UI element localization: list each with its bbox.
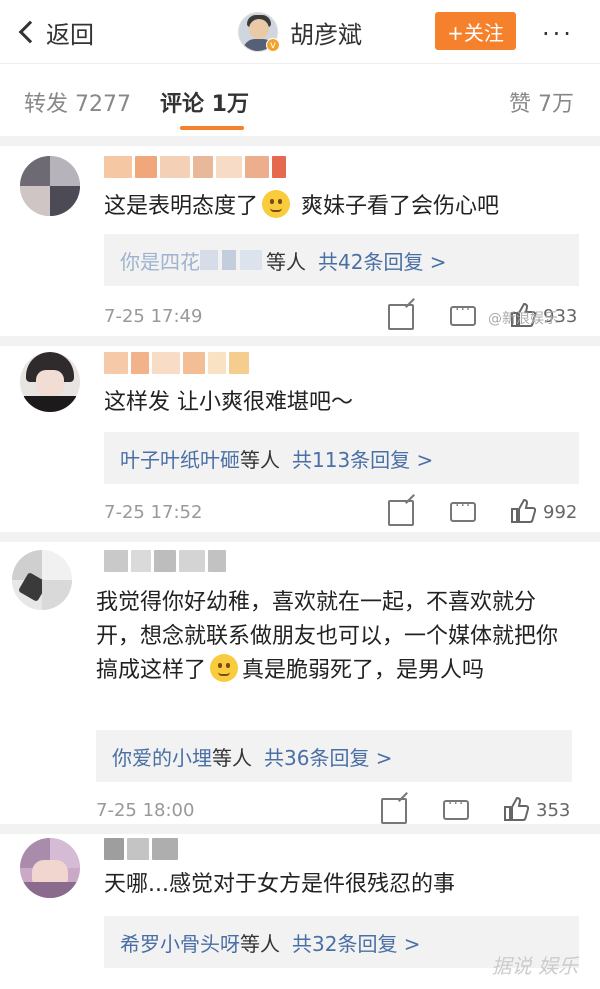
tab-comment[interactable]: 评论 1万 (160, 86, 249, 118)
reply-summary[interactable]: 你是四花 等人 共42条回复 > (104, 234, 579, 286)
avatar[interactable] (20, 156, 80, 216)
reply-user-link[interactable]: 叶子叶纸叶砸 (120, 444, 240, 473)
more-options-icon[interactable]: ··· (542, 20, 574, 48)
comment-text: 天哪...感觉对于女方是件很残忍的事 (104, 872, 455, 897)
top-bar: 返回 胡彦斌 v +关注 ··· (0, 0, 600, 64)
username: 胡彦斌 (290, 20, 362, 49)
blurred-reply-names (200, 250, 262, 270)
reply-user-link[interactable]: 你爱的小埋 (112, 742, 212, 771)
thinking-emoji-icon (262, 190, 291, 218)
chevron-left-icon (18, 20, 42, 44)
verified-badge-icon: v (266, 38, 280, 52)
back-label: 返回 (46, 20, 94, 49)
share-icon[interactable] (388, 500, 414, 526)
comment-divider (0, 336, 600, 346)
comment-divider (0, 532, 600, 542)
reply-count-link[interactable]: 共42条回复 > (318, 246, 447, 275)
reply-count-link[interactable]: 共36条回复 > (264, 742, 393, 771)
corner-watermark: 据说 娱乐 (491, 954, 578, 978)
like-count: 353 (536, 800, 571, 821)
comment-icon[interactable] (450, 498, 476, 522)
follow-button[interactable]: +关注 (435, 12, 516, 50)
blurred-username[interactable] (104, 550, 226, 574)
reply-summary[interactable]: 你爱的小埋 等人 共36条回复 > (96, 730, 572, 782)
reply-summary[interactable]: 叶子叶纸叶砸 等人 共113条回复 > (104, 432, 579, 484)
comment-divider (0, 824, 600, 834)
share-icon[interactable] (388, 304, 414, 330)
share-icon[interactable] (381, 798, 407, 824)
section-divider (0, 136, 600, 146)
tab-like[interactable]: 赞 7万 (509, 86, 574, 118)
comment-icon[interactable] (450, 302, 476, 326)
tab-repost[interactable]: 转发 7277 (24, 86, 131, 118)
comment-time: 7-25 18:00 (96, 800, 195, 821)
like-count: 992 (543, 502, 578, 523)
blurred-username[interactable] (104, 352, 249, 376)
reply-count-link[interactable]: 共113条回复 > (292, 444, 433, 473)
comment-icon[interactable] (443, 796, 469, 820)
comment-time: 7-25 17:49 (104, 306, 203, 327)
back-button[interactable]: 返回 (16, 12, 94, 52)
active-tab-indicator (180, 126, 244, 130)
blurred-username[interactable] (104, 838, 178, 862)
thumbs-up-icon[interactable] (510, 498, 536, 524)
reply-count-link[interactable]: 共32条回复 > (292, 928, 421, 957)
comment-text: 这是表明态度了 爽妹子看了会伤心吧 (104, 190, 574, 224)
comment-text: 这样发 让小爽很难堪吧～ (104, 390, 353, 415)
reply-user-link[interactable]: 希罗小骨头呀 (120, 928, 240, 957)
blurred-username[interactable] (104, 156, 286, 180)
avatar[interactable] (12, 550, 72, 610)
avatar[interactable] (20, 352, 80, 412)
avatar[interactable] (20, 838, 80, 898)
profile-header[interactable]: 胡彦斌 (238, 12, 362, 52)
cold-sweat-emoji-icon (210, 654, 239, 682)
comment-time: 7-25 17:52 (104, 502, 203, 523)
thumbs-up-icon[interactable] (503, 796, 529, 822)
comment-text: 我觉得你好幼稚，喜欢就在一起，不喜欢就分开，想念就联系做朋友也可以，一个媒体就把… (96, 590, 559, 683)
tab-bar: 转发 7277 评论 1万 赞 7万 (0, 64, 600, 136)
weibo-watermark: @新浪娱乐 (488, 311, 558, 327)
